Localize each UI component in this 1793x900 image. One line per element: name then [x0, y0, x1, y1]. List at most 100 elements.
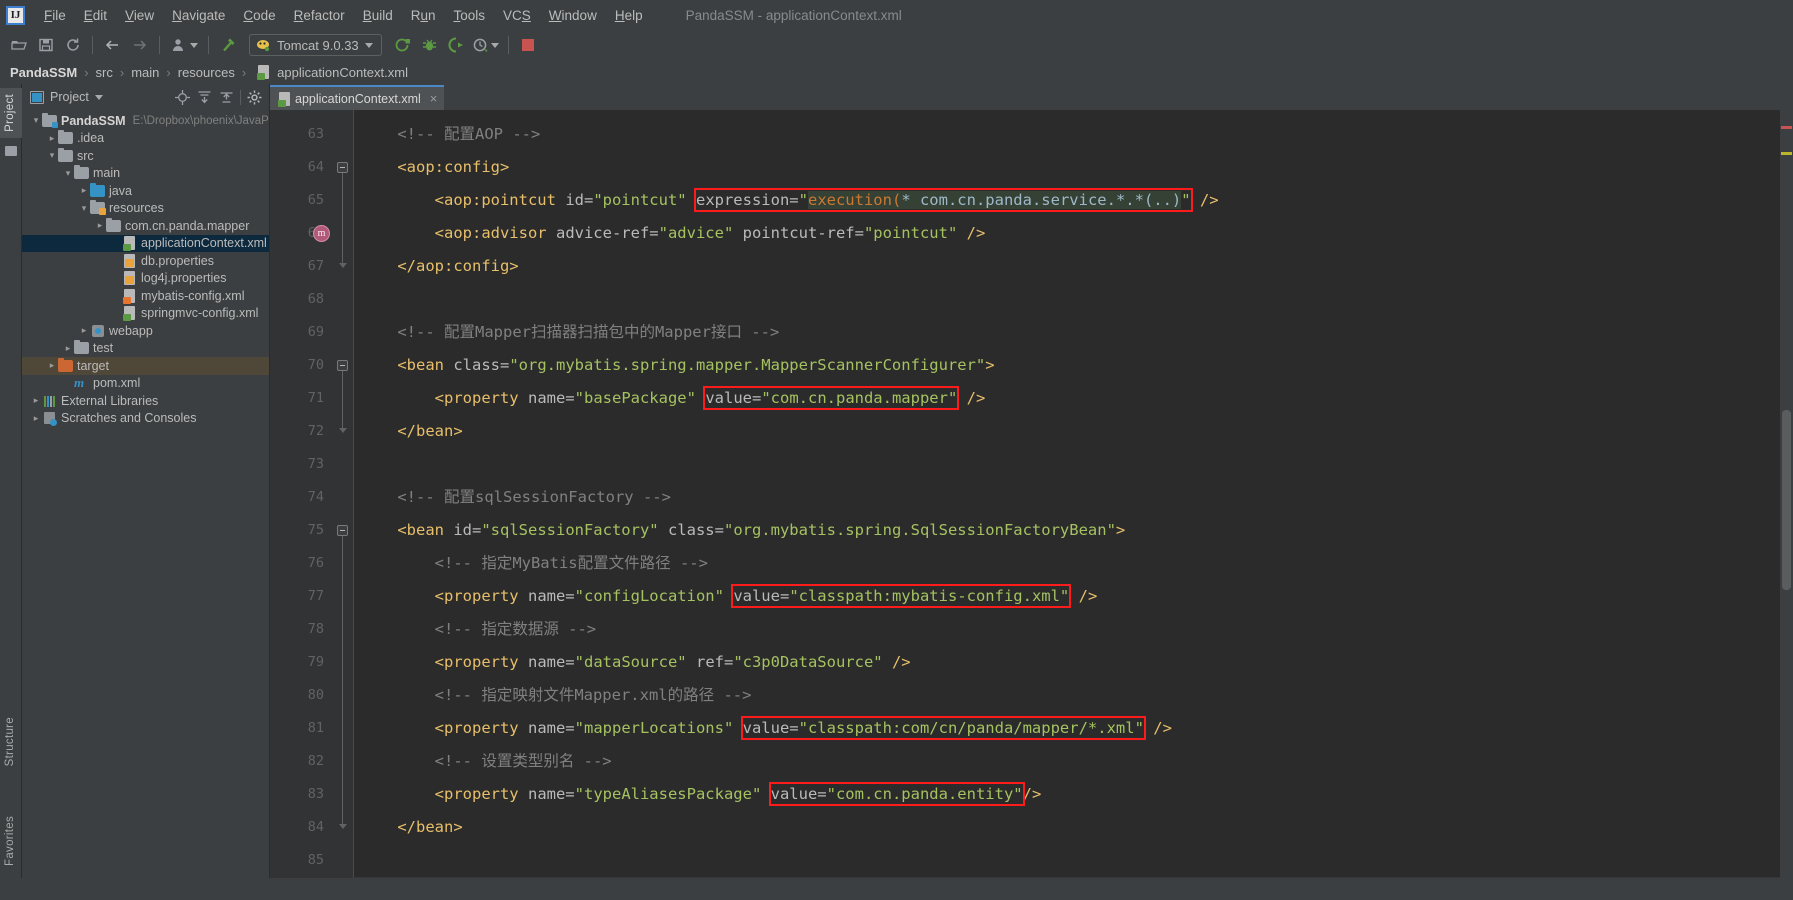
fold-collapse-icon[interactable] — [337, 360, 348, 371]
tree-node-pom-xml[interactable]: m pom.xml — [22, 375, 269, 393]
tree-node-src[interactable]: ▾ src — [22, 147, 269, 165]
error-marker[interactable] — [1781, 126, 1792, 129]
menu-refactor[interactable]: Refactor — [285, 5, 354, 26]
code-line[interactable]: <aop:config> — [354, 151, 1780, 184]
breadcrumb-item-file[interactable]: applicationContext.xml — [277, 65, 408, 80]
tree-node-db-properties[interactable]: db.properties — [22, 252, 269, 270]
chevron-down-icon[interactable]: ▾ — [62, 165, 74, 182]
locate-icon[interactable] — [174, 89, 191, 106]
tool-window-tab-structure[interactable]: Structure — [0, 711, 22, 772]
tree-node-mybatis-config-xml[interactable]: mybatis-config.xml — [22, 287, 269, 305]
tree-node-java[interactable]: ▸ java — [22, 182, 269, 200]
tree-node-com-cn-panda-mapper[interactable]: ▸ com.cn.panda.mapper — [22, 217, 269, 235]
build-hammer-icon[interactable] — [216, 33, 241, 57]
fold-end-icon[interactable] — [339, 824, 347, 829]
code-line[interactable]: <property name="mapperLocations" value="… — [354, 712, 1780, 745]
scrollbar-thumb[interactable] — [1782, 410, 1791, 590]
code-line[interactable]: <bean class="org.mybatis.spring.mapper.M… — [354, 349, 1780, 382]
expand-all-icon[interactable] — [196, 89, 213, 106]
menu-file[interactable]: File — [35, 5, 75, 26]
menu-view[interactable]: View — [116, 5, 163, 26]
code-line[interactable]: <!-- 指定MyBatis配置文件路径 --> — [354, 547, 1780, 580]
code-line[interactable]: <!-- 设置类型别名 --> — [354, 745, 1780, 778]
chevron-down-icon[interactable]: ▾ — [30, 112, 42, 129]
tree-node-pandassm[interactable]: ▾ PandaSSM E:\Dropbox\phoenix\JavaPro — [22, 112, 269, 130]
breadcrumb-item-resources[interactable]: resources — [178, 65, 235, 80]
close-icon[interactable]: × — [430, 91, 438, 106]
code-line[interactable]: </aop:config> — [354, 250, 1780, 283]
tree-node-target[interactable]: ▸ target — [22, 357, 269, 375]
code-line[interactable]: <aop:pointcut id="pointcut" expression="… — [354, 184, 1780, 217]
tree-node-scratches-and-consoles[interactable]: ▸ Scratches and Consoles — [22, 410, 269, 428]
profiler-icon[interactable] — [471, 33, 501, 57]
tree-node-applicationcontext-xml[interactable]: applicationContext.xml — [22, 234, 269, 252]
open-project-icon[interactable] — [6, 33, 31, 57]
tree-node--idea[interactable]: ▸ .idea — [22, 130, 269, 148]
code-line[interactable]: </beans> — [354, 877, 1780, 878]
collapse-all-icon[interactable] — [218, 89, 235, 106]
code-line[interactable]: <!-- 配置Mapper扫描器扫描包中的Mapper接口 --> — [354, 316, 1780, 349]
chevron-right-icon[interactable]: ▸ — [78, 322, 90, 339]
code-line[interactable]: <!-- 配置AOP --> — [354, 118, 1780, 151]
menu-window[interactable]: Window — [540, 5, 606, 26]
code-line[interactable]: <bean id="sqlSessionFactory" class="org.… — [354, 514, 1780, 547]
chevron-right-icon[interactable]: ▸ — [78, 182, 90, 199]
editor-scrollbar[interactable] — [1780, 110, 1793, 878]
forward-icon[interactable] — [127, 33, 152, 57]
code-text[interactable]: <!-- 配置AOP --> <aop:config> <aop:pointcu… — [354, 110, 1780, 878]
menu-tools[interactable]: Tools — [445, 5, 495, 26]
chevron-right-icon[interactable]: ▸ — [46, 357, 58, 374]
stop-icon[interactable] — [516, 33, 541, 57]
tool-window-tab-favorites[interactable]: Favorites — [0, 810, 22, 872]
fold-end-icon[interactable] — [339, 263, 347, 268]
chevron-right-icon[interactable]: ▸ — [30, 392, 42, 409]
run-icon[interactable] — [390, 33, 415, 57]
menu-code[interactable]: Code — [234, 5, 284, 26]
debug-icon[interactable] — [417, 33, 442, 57]
menu-build[interactable]: Build — [354, 5, 402, 26]
tree-node-springmvc-config-xml[interactable]: springmvc-config.xml — [22, 305, 269, 323]
folder-strip-icon[interactable] — [5, 146, 17, 156]
code-line[interactable]: <property name="basePackage" value="com.… — [354, 382, 1780, 415]
chevron-right-icon[interactable]: ▸ — [94, 217, 106, 234]
sync-icon[interactable] — [60, 33, 85, 57]
menu-run[interactable]: Run — [402, 5, 445, 26]
save-all-icon[interactable] — [33, 33, 58, 57]
menu-edit[interactable]: Edit — [75, 5, 116, 26]
back-icon[interactable] — [100, 33, 125, 57]
settings-gear-icon[interactable] — [246, 89, 263, 106]
breadcrumb-item-project[interactable]: PandaSSM — [10, 65, 77, 80]
gutter-run-marker-icon[interactable]: m — [313, 225, 330, 242]
tree-node-log4j-properties[interactable]: log4j.properties — [22, 270, 269, 288]
code-line[interactable] — [354, 844, 1780, 877]
run-with-coverage-icon[interactable] — [444, 33, 469, 57]
code-line[interactable] — [354, 283, 1780, 316]
code-line[interactable]: <property name="typeAliasesPackage" valu… — [354, 778, 1780, 811]
code-line[interactable]: <!-- 配置sqlSessionFactory --> — [354, 481, 1780, 514]
chevron-down-icon[interactable]: ▾ — [46, 147, 58, 164]
code-folding-gutter[interactable] — [332, 110, 354, 878]
chevron-right-icon[interactable]: ▸ — [30, 410, 42, 427]
code-line[interactable]: <property name="dataSource" ref="c3p0Dat… — [354, 646, 1780, 679]
tree-node-webapp[interactable]: ▸ webapp — [22, 322, 269, 340]
tree-node-main[interactable]: ▾ main — [22, 165, 269, 183]
editor-tab-applicationContext[interactable]: applicationContext.xml × — [270, 85, 445, 110]
menu-vcs[interactable]: VCS — [494, 5, 540, 26]
code-line[interactable] — [354, 448, 1780, 481]
fold-collapse-icon[interactable] — [337, 525, 348, 536]
chevron-down-icon[interactable] — [94, 94, 103, 100]
breadcrumb-item-main[interactable]: main — [131, 65, 159, 80]
menu-navigate[interactable]: Navigate — [163, 5, 234, 26]
chevron-right-icon[interactable]: ▸ — [46, 130, 58, 147]
code-line[interactable]: <!-- 指定映射文件Mapper.xml的路径 --> — [354, 679, 1780, 712]
project-tree[interactable]: ▾ PandaSSM E:\Dropbox\phoenix\JavaPro ▸ .ide… — [22, 110, 269, 878]
tool-window-tab-project[interactable]: Project — [0, 88, 22, 138]
chevron-right-icon[interactable]: ▸ — [62, 340, 74, 357]
code-line[interactable]: </bean> — [354, 811, 1780, 844]
warning-marker[interactable] — [1781, 152, 1792, 155]
code-line[interactable]: </bean> — [354, 415, 1780, 448]
run-configuration-selector[interactable]: Tomcat 9.0.33 — [249, 34, 382, 56]
code-line[interactable]: <property name="configLocation" value="c… — [354, 580, 1780, 613]
fold-end-icon[interactable] — [339, 428, 347, 433]
tree-node-resources[interactable]: ▾ resources — [22, 200, 269, 218]
